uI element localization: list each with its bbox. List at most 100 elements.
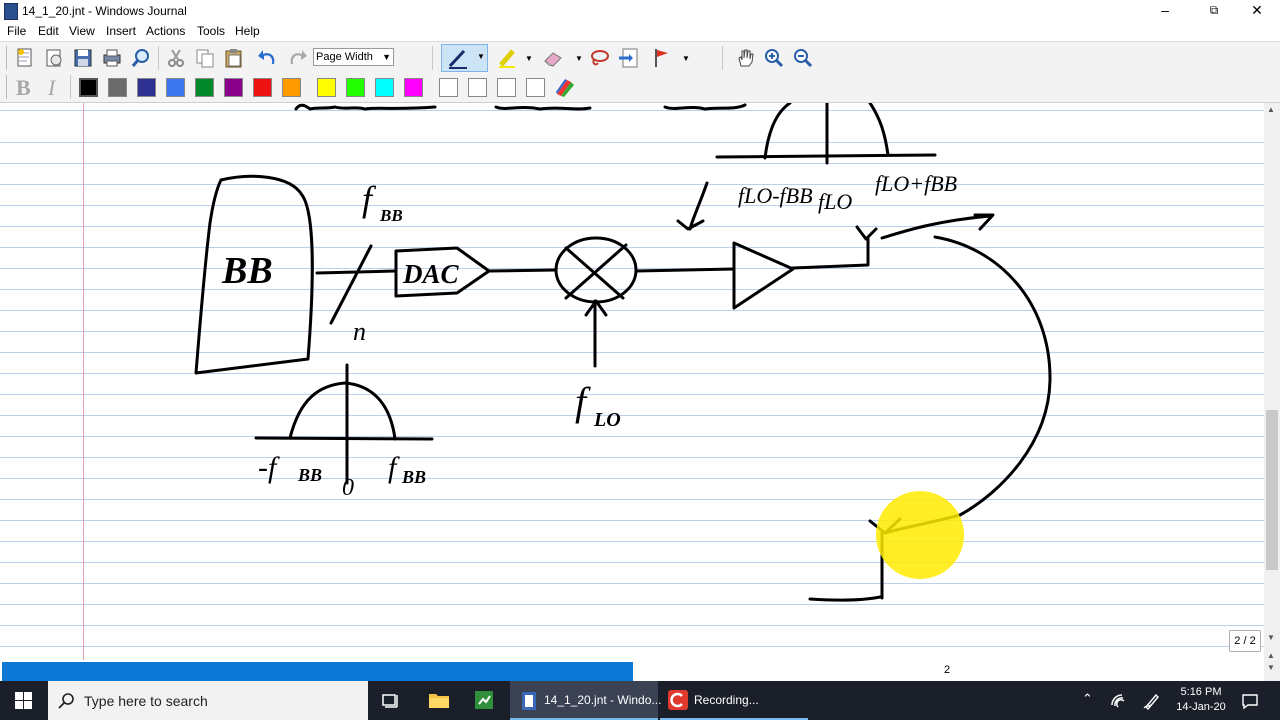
pan-hand-icon[interactable] bbox=[733, 46, 757, 70]
color-swatch[interactable] bbox=[526, 78, 545, 97]
scroll-down-icon[interactable]: ▼ bbox=[1267, 633, 1275, 642]
zoom-in-icon[interactable] bbox=[762, 46, 786, 70]
color-swatch[interactable] bbox=[166, 78, 185, 97]
menu-view[interactable]: View bbox=[69, 24, 95, 38]
wifi-icon[interactable] bbox=[1110, 693, 1128, 709]
zoom-value: Page Width bbox=[316, 51, 373, 63]
menu-edit[interactable]: Edit bbox=[38, 24, 59, 38]
highlighter-dropdown-icon[interactable]: ▼ bbox=[525, 54, 533, 63]
taskbar: Type here to search 14_1_20.jnt - Windo.… bbox=[0, 681, 1280, 720]
color-swatch[interactable] bbox=[108, 78, 127, 97]
toolbar-separator bbox=[158, 46, 159, 70]
color-palette-icon[interactable] bbox=[553, 76, 577, 100]
save-icon[interactable] bbox=[71, 46, 95, 70]
pen-tool-button[interactable]: ▼ bbox=[441, 44, 488, 72]
insert-space-icon[interactable] bbox=[617, 46, 641, 70]
pen-icon bbox=[448, 49, 467, 69]
flag-icon[interactable] bbox=[650, 46, 674, 70]
copy-icon[interactable] bbox=[193, 46, 217, 70]
redo-icon[interactable] bbox=[285, 46, 309, 70]
toolbar-separator bbox=[70, 75, 71, 99]
new-note-icon[interactable] bbox=[13, 46, 37, 70]
notification-center-icon[interactable] bbox=[1241, 692, 1259, 710]
menu-tools[interactable]: Tools bbox=[197, 24, 225, 38]
toolbar-separator bbox=[722, 46, 723, 70]
recording-taskbar-label: Recording... bbox=[694, 693, 759, 707]
color-swatch[interactable] bbox=[282, 78, 301, 97]
clock-date: 14-Jan-20 bbox=[1176, 701, 1226, 713]
taskbar-search-box[interactable]: Type here to search bbox=[48, 681, 368, 720]
standard-toolbar: Page Width ▼ ▼ ▼ ▼ ▼ bbox=[0, 41, 1280, 74]
label-neg-fbb: -f bbox=[258, 451, 280, 484]
clock-time: 5:16 PM bbox=[1180, 686, 1222, 698]
pen-dropdown-icon[interactable]: ▼ bbox=[477, 52, 485, 61]
horizontal-scroll-bar[interactable] bbox=[2, 662, 633, 681]
paste-icon[interactable] bbox=[222, 46, 246, 70]
color-swatch[interactable] bbox=[346, 78, 365, 97]
menu-bar: File Edit View Insert Actions Tools Help bbox=[0, 22, 1280, 40]
minimize-button[interactable]: – bbox=[1142, 0, 1188, 22]
vertical-scrollbar[interactable]: ▲ ▼ ▲ ▼ bbox=[1264, 103, 1280, 681]
scroll-up-icon[interactable]: ▲ bbox=[1267, 105, 1275, 114]
color-swatch[interactable] bbox=[317, 78, 336, 97]
pen-toolbar: B I bbox=[0, 73, 1280, 103]
eraser-icon[interactable] bbox=[541, 46, 565, 70]
journal-app-icon bbox=[4, 3, 18, 20]
toolbar-grip bbox=[6, 46, 7, 70]
show-hidden-icons-icon[interactable]: ⌃ bbox=[1082, 691, 1093, 707]
menu-actions[interactable]: Actions bbox=[146, 24, 185, 38]
zoom-out-icon[interactable] bbox=[791, 46, 815, 70]
color-swatch[interactable] bbox=[439, 78, 458, 97]
color-swatch[interactable] bbox=[253, 78, 272, 97]
label-flo-minus-fbb: fLO-fBB bbox=[738, 183, 813, 208]
color-swatch[interactable] bbox=[497, 78, 516, 97]
maximize-button[interactable]: ⧉ bbox=[1191, 0, 1237, 22]
color-swatch[interactable] bbox=[224, 78, 243, 97]
bold-icon[interactable]: B bbox=[16, 75, 31, 101]
note-canvas[interactable]: BB f BB n DAC f LO -f BB 0 f BB fLO-fBB … bbox=[0, 103, 1264, 660]
color-swatch[interactable] bbox=[137, 78, 156, 97]
flag-dropdown-icon[interactable]: ▼ bbox=[682, 54, 690, 63]
status-bar: 2 bbox=[0, 660, 1264, 681]
menu-file[interactable]: File bbox=[7, 24, 26, 38]
color-swatch[interactable] bbox=[375, 78, 394, 97]
italic-icon[interactable]: I bbox=[48, 75, 55, 101]
label-flo-center: fLO bbox=[818, 189, 852, 214]
find-icon[interactable] bbox=[129, 46, 153, 70]
eraser-dropdown-icon[interactable]: ▼ bbox=[575, 54, 583, 63]
menu-help[interactable]: Help bbox=[235, 24, 260, 38]
close-button[interactable]: ✕ bbox=[1234, 0, 1280, 22]
color-swatch[interactable] bbox=[79, 78, 98, 97]
color-swatch[interactable] bbox=[195, 78, 214, 97]
taskbar-recording-window[interactable]: Recording... bbox=[660, 681, 808, 720]
taskbar-journal-window[interactable]: 14_1_20.jnt - Windo... bbox=[510, 681, 661, 720]
label-pos-fbb-sub: BB bbox=[401, 467, 426, 487]
cursor-highlight bbox=[876, 491, 964, 579]
project-app-icon[interactable] bbox=[474, 690, 494, 710]
scrollbar-thumb[interactable] bbox=[1266, 410, 1278, 570]
system-clock[interactable]: 5:16 PM 14-Jan-20 bbox=[1170, 685, 1232, 715]
start-button[interactable] bbox=[0, 681, 47, 720]
color-swatch[interactable] bbox=[468, 78, 487, 97]
label-flo: f bbox=[575, 379, 591, 424]
undo-icon[interactable] bbox=[256, 46, 280, 70]
color-swatch[interactable] bbox=[404, 78, 423, 97]
cut-icon[interactable] bbox=[164, 46, 188, 70]
label-zero: 0 bbox=[342, 475, 354, 501]
label-dac: DAC bbox=[402, 259, 460, 289]
menu-insert[interactable]: Insert bbox=[106, 24, 136, 38]
highlighter-icon[interactable] bbox=[495, 46, 519, 70]
file-explorer-icon[interactable] bbox=[428, 691, 450, 709]
print-icon[interactable] bbox=[100, 46, 124, 70]
open-note-icon[interactable] bbox=[42, 46, 66, 70]
journal-taskbar-icon bbox=[522, 692, 536, 710]
previous-page-icon[interactable]: ▲ bbox=[1267, 651, 1275, 660]
chevron-down-icon: ▼ bbox=[382, 52, 391, 62]
page-number: 2 bbox=[944, 664, 951, 676]
zoom-select[interactable]: Page Width ▼ bbox=[313, 48, 394, 66]
task-view-icon[interactable] bbox=[382, 692, 400, 710]
label-n: n bbox=[353, 317, 366, 346]
pen-workspace-icon[interactable] bbox=[1143, 692, 1161, 710]
next-page-icon[interactable]: ▼ bbox=[1267, 663, 1275, 672]
lasso-icon[interactable] bbox=[588, 46, 612, 70]
